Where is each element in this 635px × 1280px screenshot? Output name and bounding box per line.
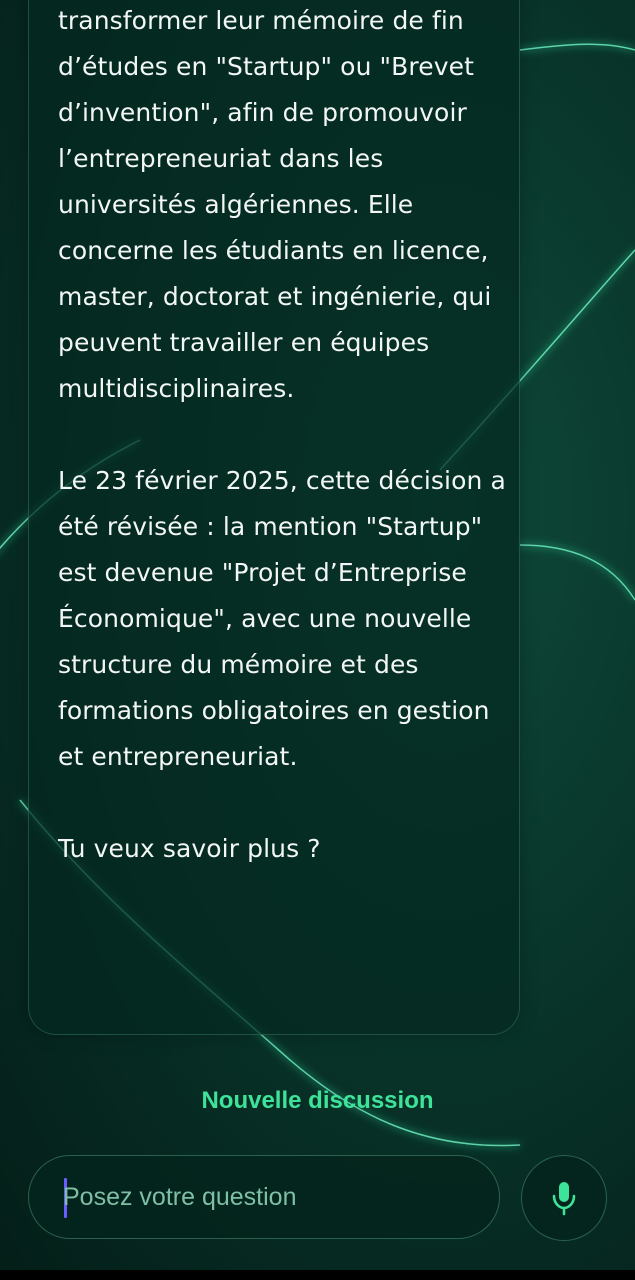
message-paragraph: Le 23 février 2025, cette décision a été…: [58, 466, 506, 771]
chat-screen: transformer leur mémoire de fin d’études…: [0, 0, 635, 1270]
message-paragraph: transformer leur mémoire de fin d’études…: [58, 6, 492, 403]
microphone-button[interactable]: [521, 1155, 607, 1241]
assistant-message-text: transformer leur mémoire de fin d’études…: [58, 0, 510, 872]
message-paragraph: Tu veux savoir plus ?: [58, 834, 321, 863]
new-chat-button[interactable]: Nouvelle discussion: [0, 1087, 635, 1115]
microphone-icon: [552, 1182, 576, 1216]
question-input[interactable]: [63, 1174, 463, 1220]
question-input-container[interactable]: [28, 1155, 500, 1239]
system-navigation-bar: [0, 1270, 635, 1280]
